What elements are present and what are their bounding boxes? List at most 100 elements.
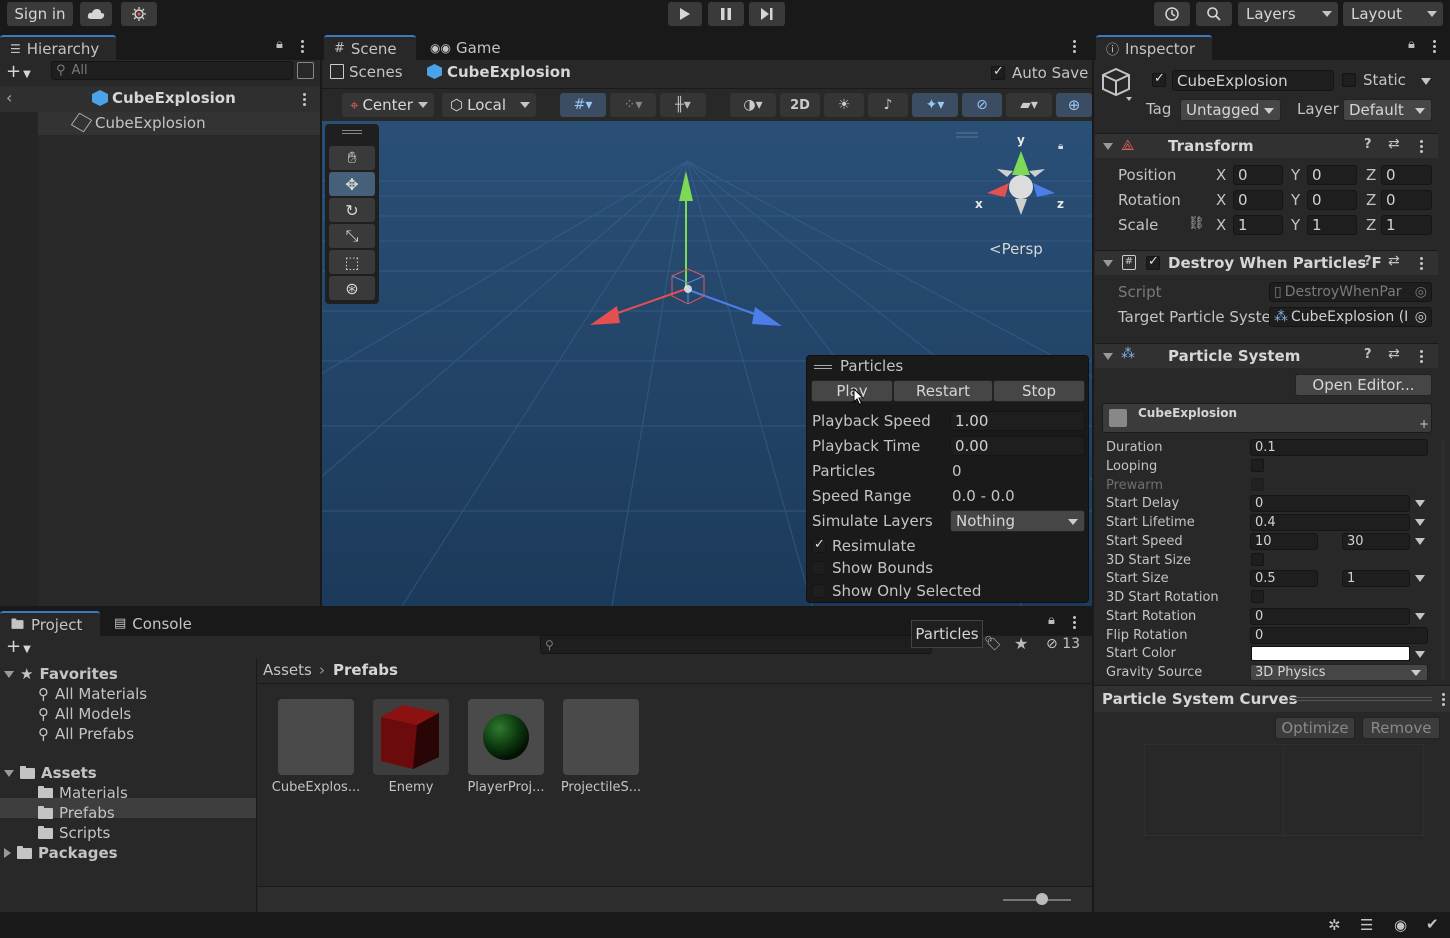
drag-handle[interactable] (1290, 697, 1432, 698)
gravity-source-dropdown[interactable]: 3D Physics (1250, 664, 1428, 681)
ruler-icon[interactable]: ╫▾ (660, 93, 706, 117)
tree-item-all-models[interactable]: ⚲ All Models (38, 705, 131, 723)
back-icon[interactable]: ‹ (6, 88, 12, 107)
transform-header[interactable]: ⟁ Transform ? ⇄ (1095, 133, 1438, 158)
cloud-icon[interactable] (80, 2, 112, 26)
breadcrumb-assets[interactable]: Assets (263, 661, 312, 679)
step-button[interactable] (749, 2, 785, 26)
destroy-component-header[interactable]: # Destroy When Particles F ? ⇄ (1095, 250, 1438, 275)
fold-icon[interactable] (1103, 353, 1113, 360)
start-lifetime-field[interactable]: 0.4 (1250, 514, 1410, 531)
static-checkbox[interactable] (1342, 73, 1356, 87)
curve-mode-dropdown-icon[interactable] (1415, 613, 1425, 620)
duration-field[interactable]: 0.1 (1250, 439, 1428, 456)
fold-icon[interactable] (4, 769, 14, 777)
preset-icon[interactable]: ⇄ (1388, 253, 1400, 269)
help-icon[interactable]: ? (1364, 254, 1372, 269)
object-picker-icon[interactable]: ◎ (1415, 284, 1427, 300)
lighting-status-icon[interactable]: ◉ (1394, 916, 1407, 934)
lock-icon[interactable]: 🔒︎ (1408, 37, 1415, 52)
object-picker-icon[interactable]: ◎ (1415, 309, 1427, 325)
tree-item-all-materials[interactable]: ⚲ All Materials (38, 685, 147, 703)
restart-particles-button[interactable]: Restart (893, 380, 993, 402)
auto-save-checkbox[interactable] (991, 64, 1005, 80)
layers-dropdown[interactable]: Layers (1238, 2, 1338, 26)
layer-dropdown[interactable]: Default (1343, 99, 1432, 121)
drag-handle[interactable] (342, 130, 362, 131)
inspector-scrollbar[interactable] (1441, 440, 1445, 680)
perspective-label[interactable]: <Persp (989, 240, 1043, 258)
start-size-max-field[interactable]: 1 (1342, 570, 1410, 587)
rotate-tool-button[interactable]: ↻ (329, 198, 375, 222)
scale-z-field[interactable]: 1 (1381, 215, 1432, 235)
cache-icon[interactable]: ☰ (1360, 916, 1373, 934)
prefab-menu-icon[interactable] (303, 93, 307, 108)
packages-node[interactable]: Packages (4, 844, 118, 862)
add-icon[interactable]: + ▼ (6, 61, 31, 82)
shading-mode-icon[interactable]: ◑▾ (730, 93, 776, 117)
start-speed-max-field[interactable]: 30 (1342, 533, 1410, 550)
simulate-layers-dropdown[interactable]: Nothing (950, 510, 1085, 532)
scene-visibility-icon[interactable] (297, 62, 314, 79)
favorites-node[interactable]: ★ Favorites (4, 665, 118, 683)
scale-y-field[interactable]: 1 (1307, 215, 1357, 235)
gizmo-lock-icon[interactable]: 🔒︎ (1058, 141, 1063, 152)
hidden-objects-icon[interactable]: ⊘ (962, 93, 1002, 117)
breadcrumb-prefabs[interactable]: Prefabs (333, 661, 398, 679)
preset-icon[interactable]: ⇄ (1388, 346, 1400, 362)
start-color-swatch[interactable] (1251, 646, 1410, 661)
tree-item-prefabs[interactable]: Prefabs (38, 804, 115, 822)
layout-dropdown[interactable]: Layout (1343, 2, 1443, 26)
curve-mode-dropdown-icon[interactable] (1415, 575, 1425, 582)
lock-icon[interactable]: 🔒︎ (1048, 613, 1055, 628)
resimulate-checkbox[interactable] (812, 537, 826, 553)
favorite-star-icon[interactable]: ★ (1014, 634, 1028, 653)
create-asset-icon[interactable]: + ▼ (6, 636, 31, 657)
drag-handle[interactable] (814, 365, 832, 366)
tag-dropdown[interactable]: Untagged (1180, 99, 1281, 121)
increment-snap-button[interactable]: ⁘▾ (610, 93, 656, 117)
add-module-icon[interactable]: + (1419, 417, 1429, 431)
rotation-x-field[interactable]: 0 (1233, 190, 1283, 210)
component-menu-icon[interactable] (1420, 257, 1424, 272)
preset-icon[interactable]: ⇄ (1388, 136, 1400, 152)
assets-node[interactable]: Assets (4, 764, 97, 782)
inspector-menu-icon[interactable] (1433, 40, 1437, 55)
3d-start-size-checkbox[interactable] (1251, 553, 1264, 566)
curve-mode-dropdown-icon[interactable] (1415, 651, 1425, 658)
collab-icon[interactable] (121, 2, 157, 26)
pause-button[interactable] (708, 2, 744, 26)
2d-toggle[interactable]: 2D (780, 93, 820, 117)
expand-icon[interactable] (4, 848, 11, 858)
position-y-field[interactable]: 0 (1307, 165, 1357, 185)
help-icon[interactable]: ? (1364, 137, 1372, 152)
curve-editor-area[interactable] (1144, 744, 1424, 837)
playback-time-field[interactable]: 0.00 (950, 436, 1085, 456)
slider-thumb[interactable] (1036, 893, 1048, 905)
component-enabled-checkbox[interactable] (1146, 254, 1160, 270)
sign-in-button[interactable]: Sign in (7, 2, 73, 26)
hidden-packages-count[interactable]: ⊘ 13 (1046, 636, 1080, 652)
help-icon[interactable]: ? (1364, 347, 1372, 362)
remove-button[interactable]: Remove (1362, 717, 1440, 739)
hand-tool-button[interactable]: ✋︎ (329, 146, 375, 170)
audio-icon[interactable]: ♪ (868, 93, 908, 117)
looping-checkbox[interactable] (1251, 459, 1264, 472)
list-item[interactable]: CubeExplosion (38, 112, 320, 135)
project-search-input[interactable]: ⚲ (540, 635, 932, 654)
static-dropdown-icon[interactable] (1421, 78, 1431, 85)
active-checkbox[interactable] (1152, 71, 1166, 87)
curve-mode-dropdown-icon[interactable] (1415, 538, 1425, 545)
stop-particles-button[interactable]: Stop (993, 380, 1085, 402)
space-dropdown[interactable]: ⬡ Local (442, 93, 536, 117)
tab-game[interactable]: ◉◉ Game (420, 35, 501, 60)
gizmos-icon[interactable]: ⊕ (1056, 93, 1092, 117)
3d-start-rotation-checkbox[interactable] (1251, 590, 1264, 603)
start-speed-min-field[interactable]: 10 (1250, 533, 1318, 550)
component-menu-icon[interactable] (1420, 350, 1424, 365)
optimize-button[interactable]: Optimize (1275, 717, 1355, 739)
effects-icon[interactable]: ✦▾ (912, 93, 958, 117)
lighting-icon[interactable]: ☀ (824, 93, 864, 117)
constrain-proportions-icon[interactable]: ⛓︎ (1188, 216, 1205, 231)
component-menu-icon[interactable] (1420, 140, 1424, 155)
